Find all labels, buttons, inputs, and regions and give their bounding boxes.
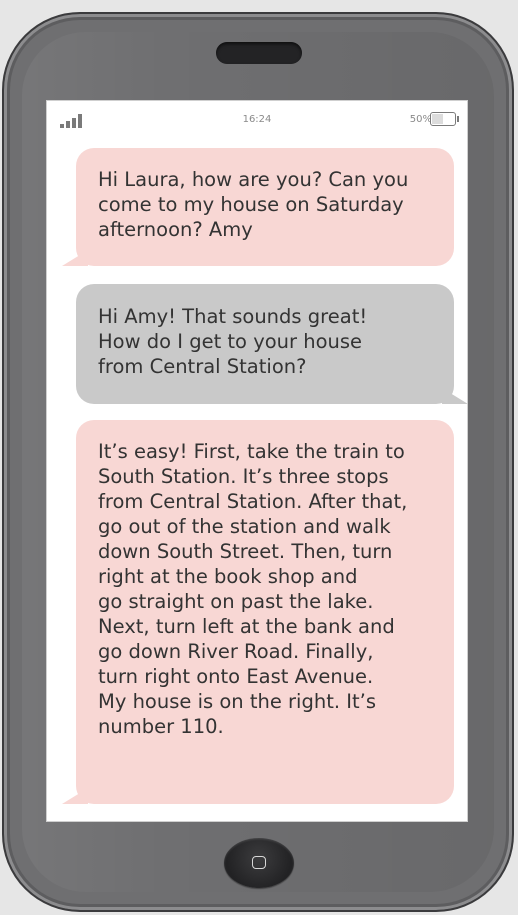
message-text: Hi Laura, how are you? Can you come to m… <box>98 168 409 241</box>
home-square-icon <box>252 856 266 869</box>
bubble-tail <box>62 788 88 804</box>
message-bubble-outgoing: Hi Amy! That sounds great! How do I get … <box>76 284 468 404</box>
battery-percent: 50% <box>409 114 432 125</box>
bubble-tail <box>62 250 88 266</box>
battery-fill <box>432 114 443 124</box>
message-text: Hi Amy! That sounds great! How do I get … <box>98 305 368 378</box>
bubble-tail <box>442 388 468 404</box>
message-text: It’s easy! First, take the train to Sout… <box>98 440 408 738</box>
status-bar: 16:24 50% <box>46 100 468 140</box>
status-time: 16:24 <box>242 114 272 125</box>
home-button[interactable] <box>224 838 294 888</box>
message-bubble-incoming: It’s easy! First, take the train to Sout… <box>62 420 454 804</box>
phone-screen: 16:24 50% Hi Laura, how are you? Can you… <box>46 100 468 822</box>
earpiece-speaker <box>216 42 302 64</box>
message-bubble-incoming: Hi Laura, how are you? Can you come to m… <box>62 148 454 266</box>
battery-icon <box>430 112 459 126</box>
